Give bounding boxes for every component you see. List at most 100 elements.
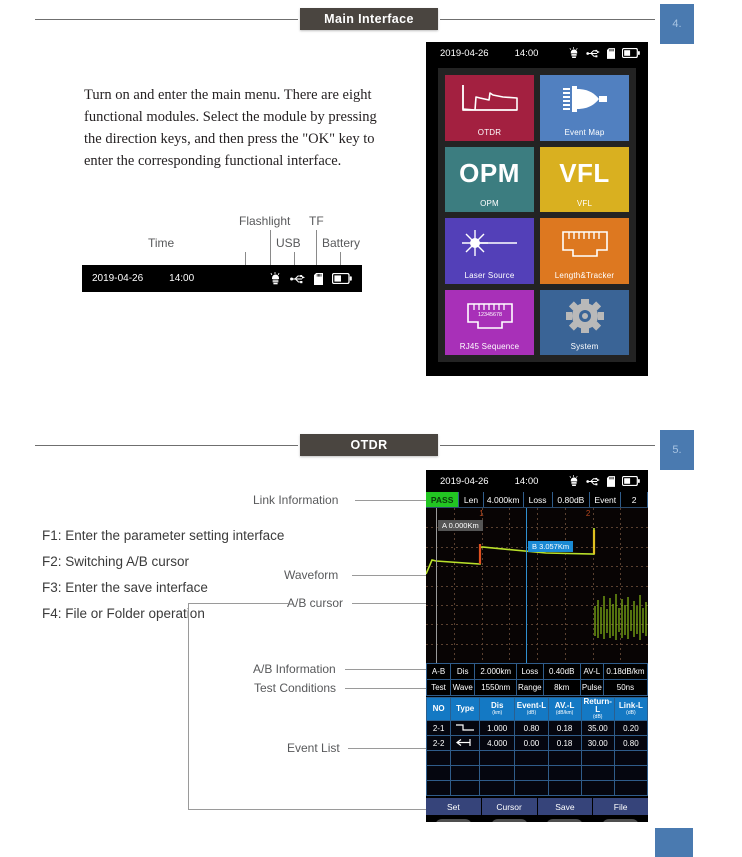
- cell-av-l: 0.18: [547, 735, 582, 752]
- usb-icon: [290, 274, 305, 283]
- cursor-a-line[interactable]: [436, 508, 437, 663]
- statusbar-date: 2019-04-26: [440, 475, 489, 487]
- battery-icon: [622, 476, 640, 486]
- header-event-l: Event-L (dB): [514, 696, 549, 722]
- table-row-empty: [426, 780, 648, 797]
- test-wave-key: Wave: [450, 679, 476, 696]
- callout-label-time: Time: [148, 236, 175, 250]
- table-row[interactable]: 2-1 1.000 0.80 0.18 35.00 0.20: [426, 720, 648, 737]
- tile-big-text: VFL: [559, 157, 610, 188]
- otdr-waveform-plot[interactable]: 1 2 A 0.000Km B 3.057Km: [426, 508, 648, 663]
- callout-lead-time: [245, 252, 246, 266]
- ab-label: A-B: [426, 663, 452, 680]
- tf-card-icon: [314, 272, 323, 285]
- link-len-value: 4.000km: [484, 492, 524, 507]
- callout-lead-flashlight: [270, 230, 271, 266]
- test-conditions-row: Test Wave 1550nm Range 8km Pulse 50ns: [426, 679, 648, 696]
- test-label: Test: [426, 679, 452, 696]
- function-key-f4[interactable]: F4: [601, 819, 639, 822]
- document-page: Main Interface 4. Turn on and enter the …: [0, 0, 742, 857]
- tile-length-tracker[interactable]: Length&Tracker: [540, 218, 629, 284]
- callout-line-test-conditions: [345, 688, 427, 689]
- svg-text:12345678: 12345678: [478, 312, 502, 318]
- page-badge-4: 4.: [660, 4, 694, 44]
- cursor-b-label: B 3.057Km: [528, 541, 574, 552]
- softkey-save[interactable]: Save: [537, 798, 594, 816]
- usb-icon: [586, 49, 600, 57]
- tile-laser-source[interactable]: Laser Source: [445, 218, 534, 284]
- ab-dis-value: 2.000km: [474, 663, 518, 680]
- rj45-sequence-icon: 12345678: [445, 290, 534, 343]
- link-loss-key: Loss: [524, 492, 553, 507]
- laser-source-icon: [445, 218, 534, 271]
- battery-icon: [332, 273, 352, 284]
- callout-bar-date: 2019-04-26: [92, 273, 144, 284]
- statusbar-callout-figure: 2019-04-26 14:00: [82, 265, 362, 292]
- ab-information-table: A-B Dis 2.000km Loss 0.40dB AV-L 0.18dB/…: [426, 663, 648, 696]
- tf-card-icon: [607, 47, 615, 59]
- statusbar-time: 14:00: [514, 47, 539, 59]
- main-menu-grid-container: OTDR Event Map OPM OPM VFL VFL Laser Sou…: [438, 68, 636, 362]
- event-map-icon: [540, 75, 629, 128]
- callout-event-list: Event List: [287, 741, 340, 755]
- cell-link-l: 0.80: [613, 735, 648, 752]
- softkey-set[interactable]: Set: [426, 798, 482, 816]
- battery-icon: [622, 48, 640, 58]
- main-interface-paragraph: Turn on and enter the main menu. There a…: [84, 87, 377, 169]
- link-len-key: Len: [459, 492, 484, 507]
- section-title-main-interface: Main Interface: [300, 8, 438, 30]
- table-row-empty: [426, 765, 648, 782]
- tile-label: Event Map: [564, 127, 605, 137]
- header-type: Type: [450, 696, 481, 722]
- tile-otdr[interactable]: OTDR: [445, 75, 534, 141]
- table-row[interactable]: 2-2 4.000 0.00 0.18 30.00 0.80: [426, 735, 648, 752]
- section-rule-right-1: [440, 19, 655, 20]
- section-title-otdr: OTDR: [300, 434, 438, 456]
- tile-opm[interactable]: OPM OPM: [445, 146, 534, 212]
- tile-event-map[interactable]: Event Map: [540, 75, 629, 141]
- callout-lead-usb: [294, 252, 295, 266]
- fkey-help-item-f1: F1: Enter the parameter setting interfac…: [42, 528, 285, 543]
- tile-label: RJ45 Sequence: [459, 342, 520, 351]
- function-key-f2[interactable]: F2: [490, 819, 528, 822]
- tile-vfl[interactable]: VFL VFL: [540, 146, 629, 212]
- callout-link-information: Link Information: [253, 493, 339, 507]
- flashlight-icon: [569, 47, 578, 58]
- otdr-trace-icon: [445, 75, 534, 128]
- callout-lead-battery: [340, 252, 341, 266]
- function-key-f1[interactable]: F1: [435, 819, 472, 822]
- ab-avl-key: AV-L: [579, 663, 604, 680]
- callout-test-conditions: Test Conditions: [254, 681, 337, 695]
- ab-dis-key: Dis: [450, 663, 476, 680]
- callout-line-link-information: [355, 500, 427, 501]
- cursor-b-line[interactable]: [526, 508, 527, 663]
- function-key-f3[interactable]: F3: [546, 819, 583, 822]
- header-no: NO: [426, 696, 452, 722]
- cell-link-l: 0.20: [613, 720, 648, 737]
- section-rule-left-1: [35, 19, 298, 20]
- callout-line-ab-cursor: [352, 603, 427, 604]
- tile-rj45-sequence[interactable]: 12345678 RJ45 Sequence: [445, 289, 534, 355]
- link-event-value: 2: [621, 492, 648, 507]
- header-dis: Dis (km): [479, 696, 516, 722]
- tile-system[interactable]: System: [540, 289, 629, 355]
- test-range-value: 8km: [542, 679, 581, 696]
- tile-label: OTDR: [477, 127, 502, 137]
- callout-ab-information: A/B Information: [253, 662, 336, 676]
- fkey-bracket-top: [188, 603, 288, 604]
- cell-return-l: 35.00: [580, 720, 615, 737]
- cell-no: 2-1: [426, 720, 452, 737]
- test-pulse-value: 50ns: [602, 679, 648, 696]
- callout-line-event-list: [348, 748, 427, 749]
- tile-label: System: [570, 342, 599, 351]
- link-loss-value: 0.80dB: [553, 492, 591, 507]
- callout-bar-time: 14:00: [169, 273, 195, 284]
- cursor-a-label: A 0.000Km: [438, 520, 483, 531]
- softkey-cursor[interactable]: Cursor: [481, 798, 538, 816]
- callout-label-usb: USB: [276, 236, 301, 250]
- section-rule-right-2: [440, 445, 655, 446]
- softkey-file[interactable]: File: [593, 798, 648, 816]
- cell-dis: 1.000: [479, 720, 516, 737]
- cell-dis: 4.000: [479, 735, 516, 752]
- test-range-key: Range: [516, 679, 544, 696]
